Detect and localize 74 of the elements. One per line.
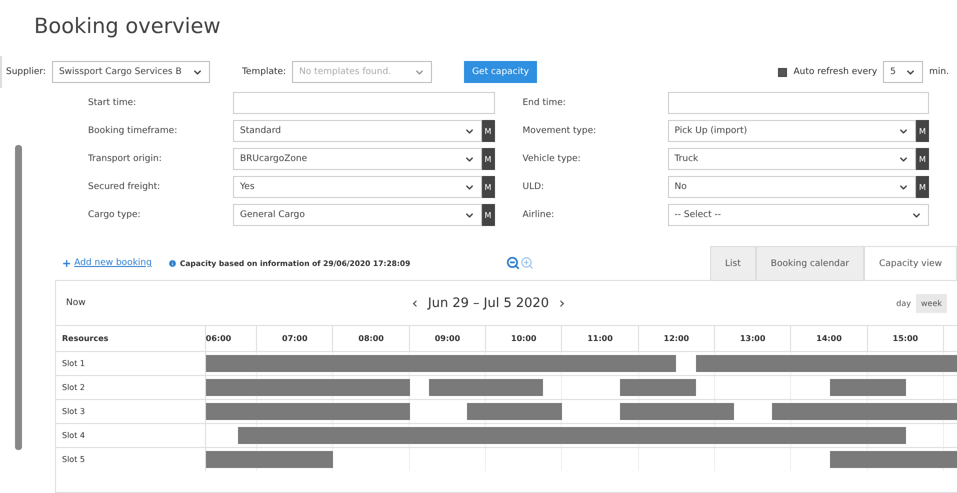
hour-header: 06:00 [206, 326, 258, 351]
booking-block[interactable] [206, 403, 410, 420]
template-label: Template: [242, 67, 286, 77]
auto-refresh-checkbox[interactable] [778, 68, 788, 76]
select-field[interactable]: No [668, 176, 916, 198]
field-label: Vehicle type: [522, 154, 582, 164]
hour-header: 12:00 [638, 326, 716, 351]
plus-icon: + [62, 256, 72, 270]
select-field[interactable]: General Cargo [233, 204, 482, 226]
previous-button[interactable]: ‹ [402, 294, 428, 312]
next-button[interactable]: › [548, 294, 575, 312]
m-button[interactable]: M [482, 176, 494, 198]
hour-header: 08:00 [333, 326, 410, 351]
hour-header: 14:00 [791, 326, 868, 351]
m-button[interactable]: M [916, 120, 929, 142]
select-field[interactable]: -- Select -- [668, 204, 929, 226]
view-tab[interactable]: Booking calendar [756, 246, 864, 280]
field-label: ULD: [522, 182, 546, 192]
booking-block[interactable] [238, 427, 906, 444]
booking-block[interactable] [830, 451, 957, 468]
booking-block[interactable] [428, 379, 544, 396]
hour-header: 09:00 [410, 326, 486, 351]
supplier-select[interactable]: Swissport Cargo Services B [52, 61, 210, 83]
scrollbar[interactable] [15, 145, 22, 450]
field-label: Secured freight: [88, 182, 162, 192]
select-field[interactable]: Truck [668, 148, 916, 170]
hour-header: 10:00 [486, 326, 562, 351]
field-label: Cargo type: [88, 210, 142, 220]
select-field[interactable]: Yes [233, 176, 482, 198]
booking-block[interactable] [206, 355, 676, 372]
field-label: Transport origin: [88, 154, 163, 164]
booking-block[interactable] [620, 403, 734, 420]
booking-block[interactable] [830, 379, 906, 396]
hour-header: 11:00 [562, 326, 639, 351]
hour-header: 07:00 [257, 326, 334, 351]
field-label: Start time: [88, 98, 138, 108]
booking-block[interactable] [696, 355, 957, 372]
field-label: Booking timeframe: [88, 126, 178, 136]
m-button[interactable]: M [482, 204, 494, 226]
input-field[interactable] [233, 92, 494, 114]
booking-block[interactable] [772, 403, 957, 420]
auto-refresh-label: Auto refresh every [793, 67, 878, 77]
field-label: End time: [522, 98, 567, 108]
interval-select[interactable]: 5 [883, 61, 924, 83]
page-title: Booking overview [34, 14, 222, 40]
view-mode-button[interactable]: day [891, 294, 916, 312]
m-button[interactable]: M [916, 148, 929, 170]
m-button[interactable]: M [482, 120, 494, 142]
view-tab[interactable]: Capacity view [864, 246, 957, 280]
field-label: Airline: [522, 210, 556, 220]
booking-block[interactable] [206, 451, 334, 468]
zoom-out-icon[interactable] [506, 256, 520, 270]
date-range: Jun 29 – Jul 5 2020 [428, 296, 549, 310]
input-field[interactable] [668, 92, 929, 114]
field-label: Movement type: [522, 126, 598, 136]
hour-header: 15:00 [868, 326, 944, 351]
select-field[interactable]: Standard [233, 120, 482, 142]
booking-block[interactable] [206, 379, 410, 396]
column-header: Resources [56, 326, 206, 351]
view-mode-button[interactable]: week [916, 294, 948, 312]
supplier-label: Supplier: [6, 67, 46, 77]
booking-block[interactable] [467, 403, 562, 420]
resource-name: Slot 4 [56, 424, 206, 447]
select-field[interactable]: Pick Up (import) [668, 120, 916, 142]
add-booking-link[interactable]: Add new booking [74, 258, 152, 268]
now-button[interactable]: Now [66, 298, 86, 308]
info-icon [168, 258, 177, 268]
view-tab[interactable]: List [710, 246, 756, 280]
hour-header: 13:00 [715, 326, 792, 351]
m-button[interactable]: M [916, 176, 929, 198]
select-field[interactable]: BRUcargoZone [233, 148, 482, 170]
m-button[interactable]: M [482, 148, 494, 170]
booking-block[interactable] [620, 379, 696, 396]
unit-label: min. [929, 67, 949, 77]
